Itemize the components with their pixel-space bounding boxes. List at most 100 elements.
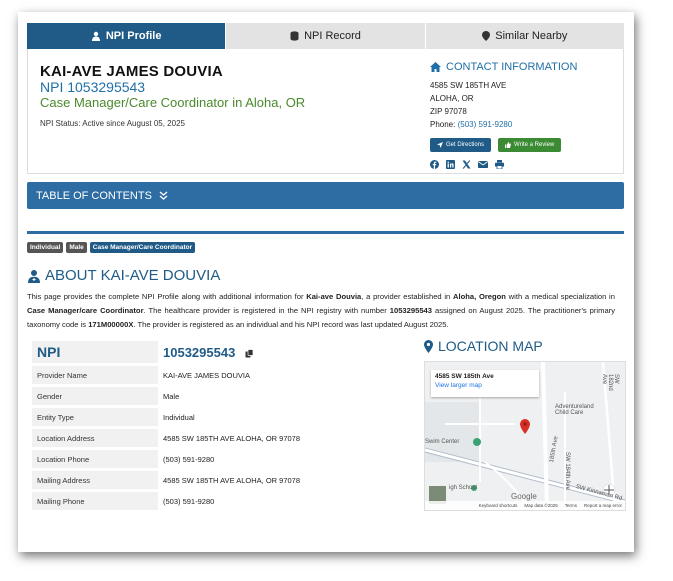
map-popup: 4585 SW 185th Ave View larger map [431, 370, 539, 397]
map-pin-icon [424, 339, 433, 353]
tab-bar: NPI Profile NPI Record Similar Nearby [27, 23, 624, 49]
map-label-182nd: SW 182nd Ave [601, 374, 619, 391]
row-value: 4585 SW 185TH AVE ALOHA, OR 97078 [163, 433, 301, 443]
row-key: Location Phone [32, 450, 158, 468]
contact-title-text: CONTACT INFORMATION [446, 61, 578, 73]
write-review-button[interactable]: Write a Review [498, 138, 562, 152]
user-icon [91, 31, 100, 41]
tab-similar-nearby[interactable]: Similar Nearby [424, 23, 624, 49]
table-row: Mailing Address 4585 SW 185TH AVE ALOHA, … [32, 471, 394, 489]
badge-specialty: Case Manager/Care Coordinator [89, 242, 196, 253]
map-title-text: LOCATION MAP [438, 338, 543, 354]
about-title-text: ABOUT KAI-AVE DOUVIA [45, 267, 221, 284]
details-section: NPI 1053295543 Provider Name KAI-AVE JAME… [27, 338, 626, 552]
map-pin-icon [482, 31, 491, 41]
home-icon [430, 62, 441, 72]
report-map-error-link[interactable]: Report a map error [584, 503, 622, 508]
about-name: Kai-ave Douvia [306, 292, 362, 301]
about-text-part: . The healthcare provider is registered … [143, 306, 390, 315]
contact-buttons: Get Directions Write a Review [430, 138, 620, 152]
contact-title: CONTACT INFORMATION [430, 61, 620, 73]
share-icons [430, 160, 620, 169]
location-map-heading: LOCATION MAP [424, 338, 543, 354]
row-key: Location Address [32, 429, 158, 447]
tab-label: Similar Nearby [495, 30, 568, 42]
map-popup-title: 4585 SW 185th Ave [435, 373, 494, 380]
about-text-part: This page provides the complete NPI Prof… [27, 292, 307, 301]
about-text-part: . The provider is registered as an indiv… [133, 320, 449, 329]
print-icon[interactable] [495, 160, 504, 169]
table-row: Provider Name KAI-AVE JAMES DOUVIA [32, 366, 394, 384]
about-taxonomy: 171M00000X [88, 320, 134, 329]
provider-name: KAI-AVE JAMES DOUVIA [40, 63, 223, 80]
row-value: Male [163, 391, 180, 401]
npi-details-table: NPI 1053295543 Provider Name KAI-AVE JAME… [32, 338, 394, 513]
contact-information: CONTACT INFORMATION 4585 SW 185TH AVE AL… [430, 61, 620, 169]
map-footer: Keyboard shortcuts Map data ©2025 Terms … [425, 501, 625, 510]
copy-icon[interactable] [245, 348, 254, 358]
facebook-icon[interactable] [430, 160, 439, 169]
navigation-icon [437, 142, 443, 148]
google-logo: Google [511, 492, 537, 501]
tab-label: NPI Record [304, 30, 361, 42]
embedded-map[interactable]: 4585 SW 185th Ave View larger map Advent… [424, 361, 626, 511]
map-label-child-care: Adventureland Child Care [555, 404, 594, 416]
database-icon [290, 31, 299, 41]
get-directions-button[interactable]: Get Directions [430, 138, 492, 152]
toc-label: TABLE OF CONTENTS [36, 189, 152, 202]
linkedin-icon[interactable] [446, 160, 455, 169]
thumbs-up-icon [505, 142, 511, 148]
row-key: Provider Name [32, 366, 158, 384]
row-key: Entity Type [32, 408, 158, 426]
table-row: NPI 1053295543 [32, 341, 394, 363]
npi-value: 1053295543 [163, 344, 236, 360]
get-directions-label: Get Directions [446, 142, 485, 148]
table-of-contents-toggle[interactable]: TABLE OF CONTENTS [27, 182, 624, 209]
row-value: 4585 SW 185TH AVE ALOHA, OR 97078 [163, 475, 301, 485]
tab-npi-record[interactable]: NPI Record [225, 23, 425, 49]
badge-gender: Male [66, 242, 87, 253]
row-value: (503) 591-9280 [163, 454, 215, 464]
badge-entity: Individual [27, 242, 64, 253]
map-label-school: igh School [449, 485, 478, 491]
view-larger-map-link[interactable]: View larger map [435, 382, 535, 389]
table-row: Location Address 4585 SW 185TH AVE ALOHA,… [32, 429, 394, 447]
row-value: (503) 591-9280 [163, 496, 215, 506]
address-line-1: 4585 SW 185TH AVE [430, 81, 507, 90]
table-row: Location Phone (503) 591-9280 [32, 450, 394, 468]
row-key: Gender [32, 387, 158, 405]
phone-label: Phone: [430, 120, 456, 129]
write-review-label: Write a Review [514, 142, 555, 148]
phone-link[interactable]: (503) 591-9280 [458, 120, 513, 129]
row-key: Mailing Phone [32, 492, 158, 510]
email-icon[interactable] [478, 160, 488, 169]
provider-card: KAI-AVE JAMES DOUVIA NPI 1053295543 Case… [27, 49, 624, 174]
npi-status: NPI Status: Active since August 05, 2025 [40, 119, 185, 128]
keyboard-shortcuts-link[interactable]: Keyboard shortcuts [479, 503, 518, 508]
row-key: Mailing Address [32, 471, 158, 489]
about-place: Aloha, Oregon [453, 292, 506, 301]
badge-list: Individual Male Case Manager/Care Coordi… [27, 242, 624, 253]
page-frame: NPI Profile NPI Record Similar Nearby KA… [18, 12, 634, 552]
section-divider [27, 231, 624, 234]
row-value: Individual [163, 412, 195, 422]
table-row: Gender Male [32, 387, 394, 405]
tab-npi-profile[interactable]: NPI Profile [27, 23, 226, 49]
row-value: KAI-AVE JAMES DOUVIA [163, 370, 250, 380]
npi-value-cell: 1053295543 [158, 341, 394, 363]
npi-heading: NPI 1053295543 [40, 79, 146, 95]
chevron-double-down-icon [159, 191, 168, 200]
terms-link[interactable]: Terms [565, 503, 577, 508]
x-icon[interactable] [462, 160, 471, 169]
about-heading: ABOUT KAI-AVE DOUVIA [27, 267, 624, 284]
about-specialty: Case Manager/care Coordinator [27, 306, 144, 315]
about-text-part: with a medical specialization in [505, 292, 615, 301]
tab-label: NPI Profile [105, 30, 162, 42]
about-npi: 1053295543 [389, 306, 432, 315]
address-line-3: ZIP 97078 [430, 107, 467, 116]
phone-row: Phone: (503) 591-9280 [430, 118, 620, 131]
about-text-part: , a provider established in [361, 292, 454, 301]
npi-key: NPI [32, 341, 158, 363]
user-doctor-icon [28, 269, 40, 283]
map-data-text: Map data ©2025 [524, 503, 558, 508]
